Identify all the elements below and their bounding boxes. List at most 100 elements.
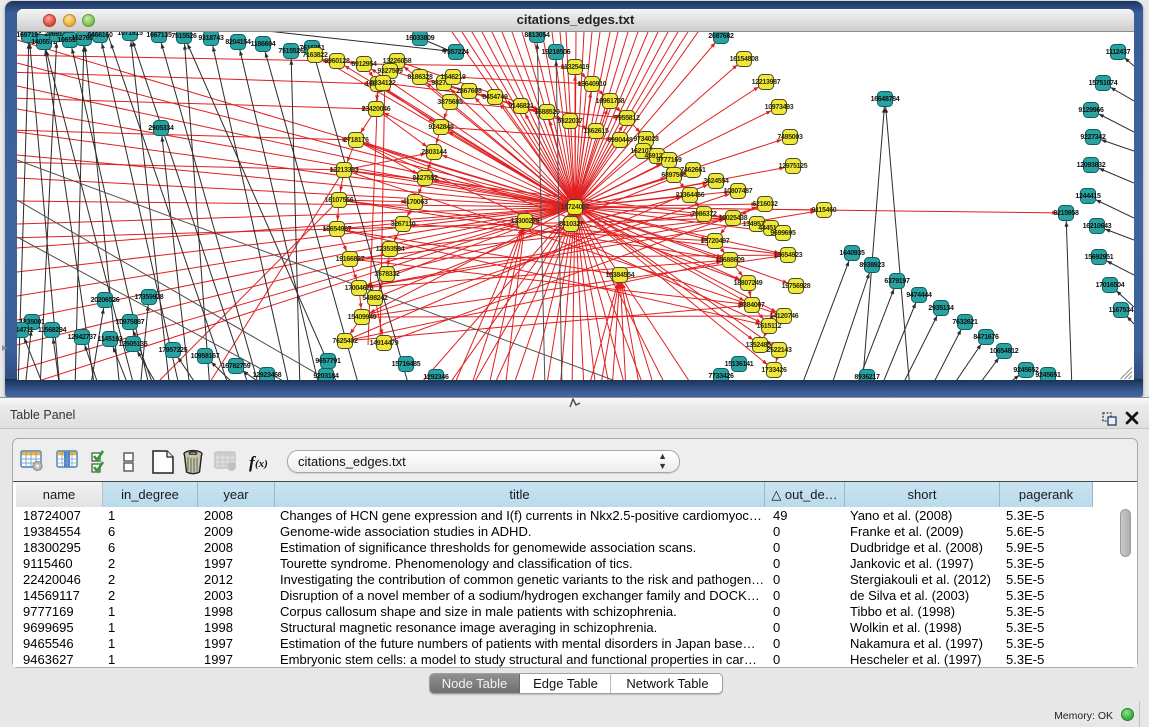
svg-text:16107556: 16107556 bbox=[325, 197, 354, 204]
svg-text:3267110: 3267110 bbox=[391, 221, 416, 228]
svg-text:3875685: 3875685 bbox=[437, 99, 463, 106]
svg-text:2522143: 2522143 bbox=[766, 347, 792, 354]
svg-text:16033809: 16033809 bbox=[406, 35, 435, 42]
svg-text:19218506: 19218506 bbox=[542, 49, 571, 56]
svg-text:8215958: 8215958 bbox=[1053, 210, 1079, 217]
svg-text:8813054: 8813054 bbox=[524, 32, 550, 39]
svg-text:7955812: 7955812 bbox=[614, 115, 640, 122]
svg-text:1362615: 1362615 bbox=[583, 128, 609, 135]
svg-text:4170063: 4170063 bbox=[402, 199, 428, 206]
svg-text:16782759: 16782759 bbox=[222, 363, 251, 370]
svg-text:2087682: 2087682 bbox=[708, 33, 734, 40]
svg-text:8990448: 8990448 bbox=[607, 137, 633, 144]
svg-text:19166827: 19166827 bbox=[336, 256, 365, 263]
svg-text:1546219: 1546219 bbox=[440, 74, 466, 81]
svg-text:8471676: 8471676 bbox=[973, 334, 999, 341]
svg-text:8427552: 8427552 bbox=[412, 175, 438, 182]
svg-text:1640935: 1640935 bbox=[839, 250, 865, 257]
svg-text:7462661: 7462661 bbox=[680, 167, 706, 174]
svg-text:10973493: 10973493 bbox=[765, 104, 794, 111]
svg-text:12923468: 12923468 bbox=[253, 372, 282, 379]
svg-text:1071915: 1071915 bbox=[117, 32, 143, 37]
svg-text:1244415: 1244415 bbox=[1075, 193, 1101, 200]
svg-text:2410327: 2410327 bbox=[558, 221, 584, 228]
svg-text:2718176: 2718176 bbox=[343, 137, 369, 144]
svg-text:14914479: 14914479 bbox=[370, 340, 399, 347]
svg-text:8912954: 8912954 bbox=[351, 61, 377, 68]
svg-text:1733426: 1733426 bbox=[761, 367, 787, 374]
svg-text:6466160: 6466160 bbox=[87, 32, 113, 39]
svg-text:7625402: 7625402 bbox=[332, 338, 358, 345]
svg-text:6379197: 6379197 bbox=[884, 278, 910, 285]
svg-text:13640910: 13640910 bbox=[578, 81, 607, 88]
svg-text:9777169: 9777169 bbox=[656, 157, 682, 164]
svg-text:18724007: 18724007 bbox=[561, 204, 590, 211]
svg-text:1292346: 1292346 bbox=[423, 374, 449, 380]
svg-text:16210643: 16210643 bbox=[1083, 223, 1112, 230]
svg-text:1667135: 1667135 bbox=[146, 32, 172, 39]
svg-text:10975887: 10975887 bbox=[116, 319, 145, 326]
svg-text:8960128: 8960128 bbox=[324, 58, 350, 65]
svg-text:15136141: 15136141 bbox=[725, 361, 754, 368]
svg-text:12213987: 12213987 bbox=[752, 79, 781, 86]
svg-text:15720407: 15720407 bbox=[701, 238, 730, 245]
svg-text:12213393: 12213393 bbox=[330, 167, 359, 174]
svg-text:9318743: 9318743 bbox=[198, 35, 224, 42]
svg-text:9203184: 9203184 bbox=[313, 373, 339, 380]
svg-text:7632621: 7632621 bbox=[952, 319, 978, 326]
svg-text:2803144: 2803144 bbox=[421, 149, 447, 156]
svg-text:12093832: 12093832 bbox=[1077, 162, 1106, 169]
svg-text:15751074: 15751074 bbox=[1089, 80, 1118, 87]
svg-text:1186604: 1186604 bbox=[251, 41, 276, 48]
svg-text:11568294: 11568294 bbox=[38, 327, 67, 334]
svg-text:9914711: 9914711 bbox=[17, 327, 34, 334]
svg-text:18807249: 18807249 bbox=[734, 280, 763, 287]
svg-text:9129966: 9129966 bbox=[1078, 107, 1104, 114]
svg-text:(x): (x) bbox=[255, 458, 268, 470]
svg-text:19384554: 19384554 bbox=[606, 272, 635, 279]
svg-text:17359928: 17359928 bbox=[135, 294, 164, 301]
svg-text:10654812: 10654812 bbox=[990, 348, 1019, 355]
svg-text:10688609: 10688609 bbox=[716, 257, 745, 264]
svg-text:9699695: 9699695 bbox=[770, 230, 796, 237]
svg-text:7515526: 7515526 bbox=[171, 33, 197, 40]
svg-text:8334122: 8334122 bbox=[370, 80, 396, 87]
svg-text:1112437: 1112437 bbox=[1106, 49, 1131, 56]
svg-text:7986372: 7986372 bbox=[691, 211, 717, 218]
svg-text:15716485: 15716485 bbox=[392, 361, 421, 368]
svg-text:8936217: 8936217 bbox=[854, 374, 880, 380]
svg-text:9245651: 9245651 bbox=[1035, 372, 1061, 379]
svg-text:16961758: 16961758 bbox=[596, 98, 625, 105]
svg-text:23420046: 23420046 bbox=[362, 106, 391, 113]
svg-text:1588520: 1588520 bbox=[534, 109, 560, 116]
svg-text:6216032: 6216032 bbox=[752, 201, 778, 208]
svg-text:8454749: 8454749 bbox=[482, 94, 508, 101]
svg-text:7357224: 7357224 bbox=[443, 49, 469, 56]
svg-text:15692951: 15692951 bbox=[1085, 254, 1114, 261]
svg-text:9115460: 9115460 bbox=[812, 207, 837, 214]
svg-text:8938923: 8938923 bbox=[859, 262, 885, 269]
svg-text:9146821: 9146821 bbox=[508, 103, 534, 110]
svg-text:8204154: 8204154 bbox=[225, 39, 251, 46]
svg-text:2905334: 2905334 bbox=[148, 125, 174, 132]
svg-text:10807487: 10807487 bbox=[724, 188, 753, 195]
svg-text:9734028: 9734028 bbox=[633, 136, 659, 143]
svg-text:2867608: 2867608 bbox=[456, 88, 482, 95]
svg-text:12353594: 12353594 bbox=[376, 246, 405, 253]
svg-text:13654923: 13654923 bbox=[774, 252, 803, 259]
svg-text:17016504: 17016504 bbox=[1096, 282, 1125, 289]
svg-text:19654987: 19654987 bbox=[323, 226, 352, 233]
svg-text:12505135: 12505135 bbox=[119, 341, 148, 348]
svg-text:10958167: 10958167 bbox=[191, 353, 220, 360]
svg-text:3578332: 3578332 bbox=[374, 271, 400, 278]
svg-text:19756928: 19756928 bbox=[782, 283, 811, 290]
svg-text:9327509: 9327509 bbox=[377, 68, 403, 75]
svg-text:11325419: 11325419 bbox=[561, 64, 590, 71]
svg-text:8186328: 8186328 bbox=[407, 74, 433, 81]
svg-text:1167534: 1167534 bbox=[1109, 307, 1134, 314]
svg-text:16154808: 16154808 bbox=[730, 56, 759, 63]
svg-text:9227342: 9227342 bbox=[1080, 134, 1106, 141]
svg-text:9384067: 9384067 bbox=[739, 302, 765, 309]
svg-text:1615112: 1615112 bbox=[757, 323, 782, 330]
svg-text:21364456: 21364456 bbox=[676, 192, 705, 199]
